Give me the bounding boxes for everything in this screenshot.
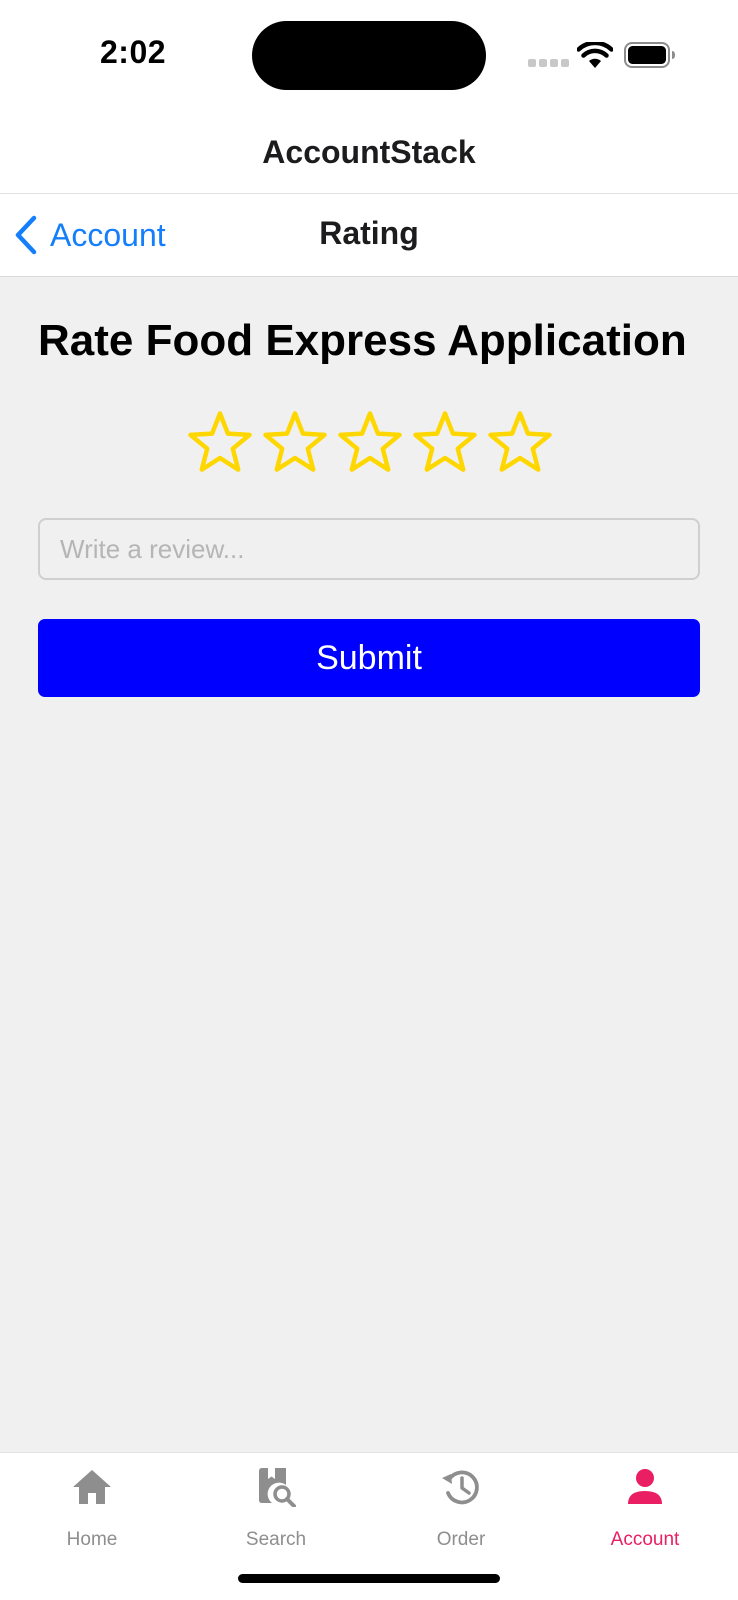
tab-home[interactable]: Home: [0, 1453, 184, 1563]
page-title: Rating: [319, 215, 419, 251]
dynamic-island: [252, 21, 486, 90]
star-outline-icon: [413, 411, 477, 472]
star-outline-icon: [188, 411, 252, 472]
star-4[interactable]: [408, 406, 483, 478]
star-5[interactable]: [483, 406, 558, 478]
cellular-signal-icon: [528, 59, 569, 67]
star-3[interactable]: [333, 406, 408, 478]
tab-order[interactable]: Order: [369, 1453, 553, 1563]
star-1[interactable]: [183, 406, 258, 478]
star-rating: [183, 406, 559, 478]
history-icon: [442, 1470, 479, 1505]
tab-search[interactable]: Search: [184, 1453, 368, 1563]
status-bar: 2:02: [0, 0, 738, 112]
rating-screen: 2:02 AccountStack Account Rating Rate Fo: [0, 0, 738, 1600]
status-time: 2:02: [100, 34, 167, 70]
star-2[interactable]: [258, 406, 333, 478]
star-outline-icon: [488, 411, 552, 472]
home-indicator: [238, 1574, 500, 1583]
tab-label: Search: [245, 1529, 307, 1550]
tab-label: Account: [610, 1529, 680, 1550]
review-input[interactable]: [38, 518, 700, 580]
submit-button[interactable]: Submit: [38, 619, 700, 697]
book-search-icon: [259, 1468, 296, 1507]
tab-label: Order: [436, 1529, 486, 1550]
home-icon: [73, 1470, 111, 1504]
star-outline-icon: [263, 411, 327, 472]
tab-account[interactable]: Account: [553, 1453, 737, 1563]
person-icon: [628, 1469, 662, 1504]
stack-title: AccountStack: [262, 134, 476, 170]
battery-icon: [624, 42, 675, 68]
stack-header: AccountStack: [0, 112, 738, 194]
wifi-icon: [577, 42, 613, 68]
rating-heading: Rate Food Express Application: [38, 316, 687, 365]
tab-label: Home: [66, 1529, 118, 1550]
star-outline-icon: [338, 411, 402, 472]
nav-header: Account Rating: [0, 194, 738, 277]
